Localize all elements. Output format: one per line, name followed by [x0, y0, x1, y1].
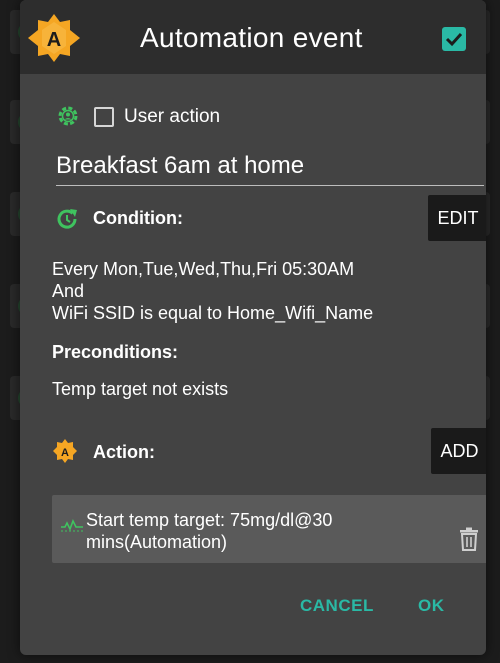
add-action-button[interactable]: ADD	[431, 428, 486, 474]
cancel-button[interactable]: CANCEL	[300, 596, 374, 616]
condition-line: And	[52, 281, 85, 301]
temp-target-icon	[61, 519, 83, 532]
svg-text:A: A	[47, 29, 61, 51]
edit-condition-button[interactable]: EDIT	[428, 195, 486, 241]
dialog-titlebar: A Automation event	[20, 0, 486, 74]
condition-label: Condition:	[93, 208, 183, 228]
event-title-input[interactable]: Breakfast 6am at home	[56, 148, 484, 186]
enabled-checkbox[interactable]	[442, 27, 466, 51]
preconditions-label: Preconditions:	[52, 342, 179, 362]
checkmark-icon	[445, 32, 463, 47]
svg-text:A: A	[61, 447, 69, 459]
user-gear-icon	[58, 106, 78, 126]
action-item-text: Start temp target: 75mg/dl@30 mins(Autom…	[86, 510, 333, 552]
automation-event-dialog: A Automation event User action Breakfast…	[20, 0, 486, 655]
user-action-label[interactable]: User action	[124, 106, 220, 128]
action-item[interactable]: Start temp target: 75mg/dl@30 mins(Autom…	[52, 495, 486, 563]
automation-logo-icon: A	[53, 439, 77, 463]
dialog-title: Automation event	[140, 22, 363, 53]
user-action-checkbox[interactable]	[94, 107, 114, 127]
trash-icon[interactable]	[458, 527, 480, 551]
app-logo-icon: A	[28, 14, 80, 62]
preconditions-text: Temp target not exists	[52, 379, 229, 399]
condition-text: Every Mon,Tue,Wed,Thu,Fri 05:30AM And Wi…	[52, 258, 373, 324]
condition-line: WiFi SSID is equal to Home_Wifi_Name	[52, 303, 374, 323]
refresh-icon	[57, 209, 77, 229]
action-label: Action:	[93, 442, 155, 462]
condition-line: Every Mon,Tue,Wed,Thu,Fri 05:30AM	[52, 259, 355, 279]
ok-button[interactable]: OK	[418, 596, 445, 616]
